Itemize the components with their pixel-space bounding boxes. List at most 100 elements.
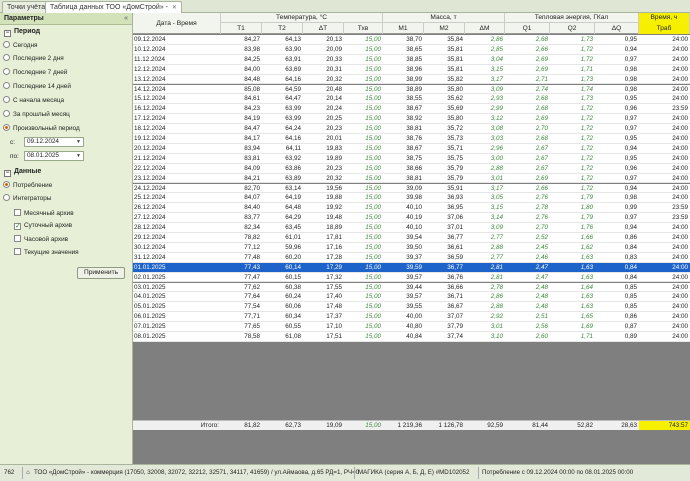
table-row[interactable]: 05.01.2025 77,54 60,06 17,48 15,00 39,55 36,67…: [133, 302, 690, 313]
period-option-6[interactable]: Произвольный период: [3, 124, 80, 132]
status-divider: [478, 467, 479, 479]
radio-selected-icon[interactable]: [3, 124, 10, 131]
period-option-1[interactable]: Последние 2 дня: [3, 54, 64, 62]
archive-monthly[interactable]: Месячный архив: [14, 209, 74, 217]
checkbox-icon[interactable]: [14, 248, 21, 255]
cell-dt: 20,09: [326, 45, 342, 53]
data-option-integrators[interactable]: Интеграторы: [3, 194, 51, 202]
cell-m1: 39,55: [406, 303, 422, 311]
table-row[interactable]: 08.01.2025 78,58 61,08 17,51 15,00 40,84 37,74…: [133, 332, 690, 342]
radio-selected-icon[interactable]: [3, 181, 10, 188]
radio-icon[interactable]: [3, 194, 10, 201]
table-row[interactable]: 15.12.2024 84,61 64,47 20,14 15,00 38,55 35,62…: [133, 94, 690, 105]
table-row[interactable]: 11.12.2024 84,25 63,91 20,33 15,00 38,85 35,81…: [133, 54, 690, 65]
cell-t1: 84,40: [244, 204, 260, 212]
tab-metering-points[interactable]: Точки учёта: [2, 1, 51, 13]
cell-dt: 19,89: [326, 154, 342, 162]
collapse-box-icon[interactable]: −: [4, 170, 11, 177]
checkbox-icon[interactable]: [14, 235, 21, 242]
cell-txv: 15,00: [365, 85, 381, 93]
column-header-txv[interactable]: Тхв: [344, 23, 383, 34]
data-option-consumption[interactable]: Потребление: [3, 181, 52, 189]
column-header-q2[interactable]: Q2: [550, 23, 595, 34]
radio-icon[interactable]: [3, 96, 10, 103]
tab-data-table[interactable]: Таблица данных ТОО «ДомСтрой» - ✕: [45, 1, 182, 13]
cell-q2: 1,73: [580, 95, 593, 103]
period-option-5[interactable]: За прошлый месяц: [3, 110, 70, 118]
cell-date: 21.12.2024: [134, 154, 166, 162]
collapse-box-icon[interactable]: −: [4, 30, 11, 37]
column-header-m2[interactable]: M2: [424, 23, 465, 34]
column-header-dm[interactable]: ΔM: [465, 23, 505, 34]
column-header-dq[interactable]: ΔQ: [595, 23, 639, 34]
collapse-icon[interactable]: «: [124, 13, 128, 25]
table-row[interactable]: 18.12.2024 84,47 64,24 20,23 15,00 38,81 35,72…: [133, 124, 690, 134]
table-row[interactable]: 30.12.2024 77,12 59,96 17,16 15,00 39,50 36,61…: [133, 242, 690, 253]
period-option-3[interactable]: Последние 14 дней: [3, 82, 71, 90]
cell-dm: 3,15: [490, 204, 503, 212]
from-date-field[interactable]: 09.12.2024 ▼: [24, 137, 84, 147]
table-row[interactable]: 27.12.2024 83,77 64,29 19,48 15,00 40,19 37,06…: [133, 213, 690, 224]
radio-icon[interactable]: [3, 68, 10, 75]
date-header[interactable]: Дата - Время: [133, 13, 221, 34]
period-group-title[interactable]: − Период: [4, 28, 40, 37]
cell-t2: 60,06: [285, 303, 301, 311]
table-row[interactable]: 21.12.2024 83,81 63,92 19,89 15,00 38,75 35,75…: [133, 153, 690, 164]
cell-dt: 19,48: [326, 214, 342, 222]
radio-icon[interactable]: [3, 110, 10, 117]
column-header-t2[interactable]: T2: [262, 23, 303, 34]
table-row[interactable]: 31.12.2024 77,48 60,20 17,28 15,00 39,37 36,59…: [133, 252, 690, 263]
table-row[interactable]: 22.12.2024 84,09 63,86 20,23 15,00 38,66 35,79…: [133, 163, 690, 174]
cell-t1: 77,47: [244, 273, 260, 281]
table-row[interactable]: 07.01.2025 77,65 60,55 17,10 15,00 40,80 37,79…: [133, 322, 690, 332]
dropdown-icon[interactable]: ▼: [76, 152, 81, 160]
column-header-t1[interactable]: T1: [221, 23, 262, 34]
cell-t2: 63,91: [285, 55, 301, 63]
close-icon[interactable]: ✕: [172, 5, 177, 11]
table-row[interactable]: 25.12.2024 84,07 64,19 19,88 15,00 39,98 36,93…: [133, 193, 690, 204]
radio-icon[interactable]: [3, 54, 10, 61]
period-option-0[interactable]: Сегодня: [3, 41, 38, 49]
table-row[interactable]: 19.12.2024 84,17 64,16 20,01 15,00 38,76 35,73…: [133, 134, 690, 144]
table-row[interactable]: 12.12.2024 84,00 63,69 20,31 15,00 38,96 35,81…: [133, 64, 690, 75]
table-row[interactable]: 09.12.2024 84,27 64,13 20,13 15,00 38,70 35,84…: [133, 35, 690, 45]
to-date-field[interactable]: 08.01.2025 ▼: [24, 151, 84, 161]
period-option-2[interactable]: Последние 7 дней: [3, 68, 67, 76]
table-row[interactable]: 24.12.2024 82,70 63,14 19,56 15,00 39,09 35,91…: [133, 183, 690, 194]
archive-daily[interactable]: ✓ Суточный архив: [14, 222, 72, 230]
data-group-title[interactable]: − Данные: [4, 168, 41, 177]
table-row[interactable]: 28.12.2024 82,34 63,45 18,89 15,00 40,10 37,01…: [133, 223, 690, 233]
column-header-dt[interactable]: ΔT: [303, 23, 344, 34]
archive-current[interactable]: Текущие значения: [14, 248, 79, 256]
archive-hourly[interactable]: Часовой архив: [14, 235, 68, 243]
table-row[interactable]: 10.12.2024 83,98 63,90 20,09 15,00 38,65 35,81…: [133, 44, 690, 55]
column-header-m1[interactable]: M1: [383, 23, 424, 34]
checkbox-checked-icon[interactable]: ✓: [14, 223, 21, 230]
table-row[interactable]: 02.01.2025 77,47 60,15 17,32 15,00 39,57 36,76…: [133, 272, 690, 283]
table-row[interactable]: 03.01.2025 77,62 60,38 17,55 15,00 39,44 36,66…: [133, 282, 690, 293]
table-row[interactable]: 20.12.2024 83,94 64,11 19,83 15,00 38,67 35,71…: [133, 143, 690, 154]
table-row[interactable]: 14.12.2024 85,08 64,59 20,48 15,00 38,89 35,80…: [133, 84, 690, 95]
column-header-trab[interactable]: Траб: [639, 23, 690, 34]
cell-q1: 2,69: [535, 55, 548, 63]
dropdown-icon[interactable]: ▼: [76, 138, 81, 146]
apply-button[interactable]: Применить: [77, 267, 125, 279]
period-option-4[interactable]: С начала месяца: [3, 96, 64, 104]
table-row[interactable]: 04.01.2025 77,64 60,24 17,40 15,00 39,57 36,71…: [133, 292, 690, 303]
column-header-q1[interactable]: Q1: [505, 23, 550, 34]
cell-m1: 38,70: [406, 36, 422, 43]
table-row[interactable]: 29.12.2024 78,82 61,01 17,81 15,00 39,54 36,77…: [133, 233, 690, 243]
table-row[interactable]: 17.12.2024 84,19 63,99 20,25 15,00 38,92 35,80…: [133, 114, 690, 125]
radio-icon[interactable]: [3, 41, 10, 48]
checkbox-icon[interactable]: [14, 209, 21, 216]
table-row[interactable]: 06.01.2025 77,71 60,34 17,37 15,00 40,00 37,07…: [133, 312, 690, 323]
cell-dm: 2,86: [490, 36, 503, 43]
table-row[interactable]: 13.12.2024 84,48 64,16 20,32 15,00 38,99 35,82…: [133, 74, 690, 85]
table-row[interactable]: 01.01.2025 77,43 60,14 17,29 15,00 39,59 36,77…: [133, 262, 690, 273]
table-row[interactable]: 23.12.2024 84,21 63,89 20,32 15,00 38,81 35,79…: [133, 173, 690, 184]
cell-dt: 20,32: [326, 174, 342, 182]
table-row[interactable]: 26.12.2024 84,40 64,48 19,92 15,00 40,10 36,95…: [133, 203, 690, 214]
status-count: 762: [4, 469, 15, 476]
radio-icon[interactable]: [3, 82, 10, 89]
table-row[interactable]: 16.12.2024 84,23 63,99 20,24 15,00 38,67 35,69…: [133, 104, 690, 115]
